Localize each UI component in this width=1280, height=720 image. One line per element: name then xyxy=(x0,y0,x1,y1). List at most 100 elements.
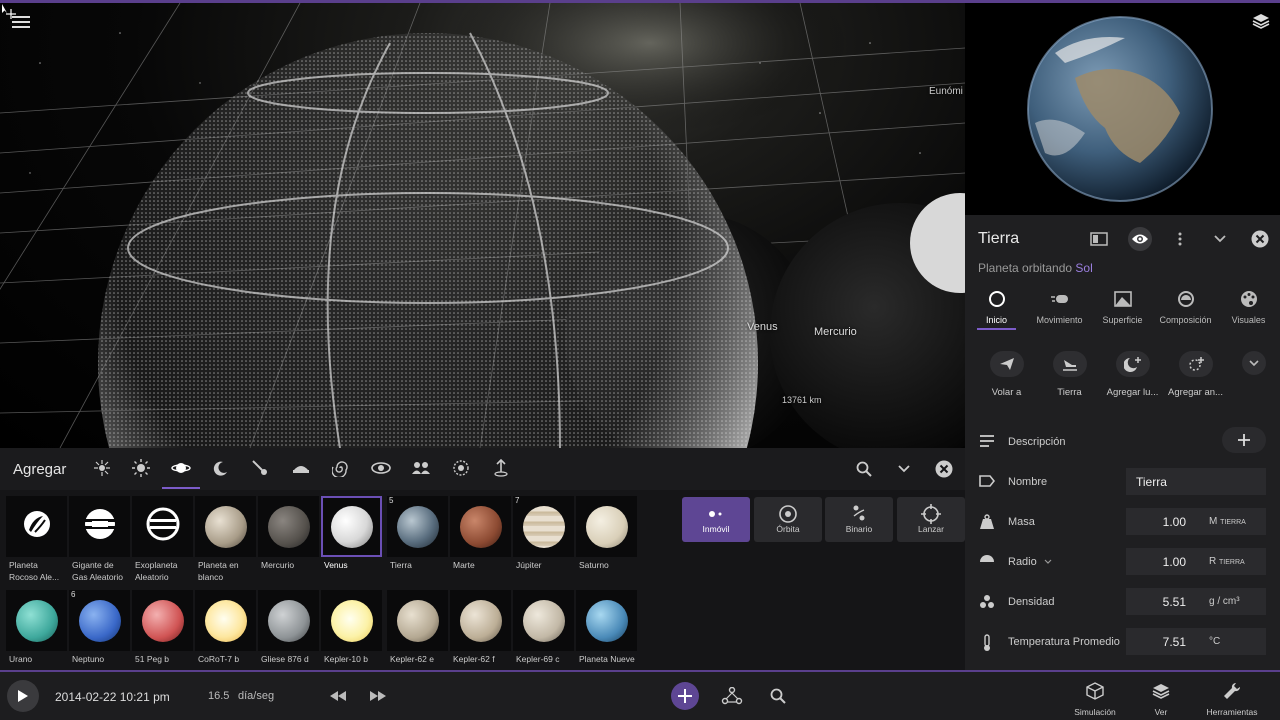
planet-image xyxy=(267,505,310,548)
category-planets-icon[interactable] xyxy=(162,457,200,489)
radius-row: Radio 1.00 R TIERRA xyxy=(965,546,1280,578)
close-add-panel-icon[interactable] xyxy=(933,458,955,480)
collapse-chevron-icon[interactable] xyxy=(893,458,915,480)
body-label-eunomia[interactable]: Eunómi xyxy=(929,86,963,97)
object-item-urano[interactable]: Urano xyxy=(6,590,67,678)
radius-field[interactable]: 1.00 R TIERRA xyxy=(1126,548,1266,575)
search-icon[interactable] xyxy=(853,458,875,480)
tab-visuales[interactable]: Visuales xyxy=(1217,285,1280,330)
nav-simulacion[interactable]: Simulación xyxy=(1065,681,1125,717)
fly-to-button[interactable]: Volar a xyxy=(975,351,1038,401)
land-on-button[interactable]: Tierra xyxy=(1038,351,1101,401)
category-launch-icon[interactable] xyxy=(490,457,512,479)
layers-icon[interactable] xyxy=(1252,13,1270,29)
object-item-mercurio[interactable]: Mercurio xyxy=(258,496,319,584)
visibility-eye-icon[interactable] xyxy=(1128,227,1152,251)
object-item-random-rocky-planet[interactable]: Planeta Rocoso Ale... xyxy=(6,496,67,584)
paper-plane-icon xyxy=(989,351,1024,377)
mode-launch-button[interactable]: Lanzar xyxy=(897,497,965,542)
panel-header: Tierra xyxy=(965,215,1280,265)
more-options-icon[interactable] xyxy=(1168,227,1192,251)
object-item-blank-planet[interactable]: Planeta en blanco xyxy=(195,496,256,584)
object-label: Gigante de Gas Aleatorio xyxy=(72,560,124,582)
mode-binary-button[interactable]: Binario xyxy=(825,497,893,542)
nav-label: Herramientas xyxy=(1206,707,1258,717)
time-speed-unit: día/seg xyxy=(238,690,275,702)
object-item-kepler-62-e[interactable]: Kepler-62 e xyxy=(387,590,448,678)
rewind-icon[interactable] xyxy=(326,684,350,708)
object-item-neptuno[interactable]: 6 Neptuno xyxy=(69,590,130,678)
tab-inicio[interactable]: Inicio xyxy=(965,285,1028,330)
add-ring-button[interactable]: Agregar an... xyxy=(1164,351,1227,401)
space-scene xyxy=(0,3,965,448)
category-groups-icon[interactable] xyxy=(410,457,432,479)
mode-orbit-button[interactable]: Órbita xyxy=(754,497,822,542)
mode-static-button[interactable]: Inmóvil xyxy=(682,497,750,542)
object-item-saturno[interactable]: Saturno xyxy=(576,496,637,584)
system-view-icon[interactable] xyxy=(720,684,744,708)
play-button[interactable] xyxy=(7,680,39,712)
category-sun-icon[interactable] xyxy=(130,457,152,479)
fast-forward-icon[interactable] xyxy=(366,684,390,708)
radius-label[interactable]: Radio xyxy=(1008,556,1052,568)
add-description-button[interactable] xyxy=(1222,427,1266,453)
nav-ver[interactable]: Ver xyxy=(1131,681,1191,717)
distance-label: 13761 km xyxy=(782,395,822,405)
object-thumbnail xyxy=(321,590,382,651)
object-thumbnail: 6 xyxy=(69,590,130,651)
planet-image xyxy=(15,599,58,642)
tab-movimiento[interactable]: Movimiento xyxy=(1028,285,1091,330)
object-item-gliese-876-d[interactable]: Gliese 876 d xyxy=(258,590,319,678)
object-item-marte[interactable]: Marte xyxy=(450,496,511,584)
simulation-viewport[interactable]: Eunómi Venus Mercurio 13761 km xyxy=(0,3,965,448)
planet-image xyxy=(585,505,628,548)
category-ships-icon[interactable] xyxy=(290,457,312,479)
object-label: Planeta en blanco xyxy=(198,560,239,582)
name-field[interactable]: Tierra xyxy=(1126,468,1266,495)
add-moon-button[interactable]: Agregar lu... xyxy=(1101,351,1164,401)
category-blackhole-icon[interactable] xyxy=(370,457,392,479)
category-comets-icon[interactable] xyxy=(249,457,271,479)
object-item-kepler-62-f[interactable]: Kepler-62 f xyxy=(450,590,511,678)
object-item-tierra[interactable]: 5 Tierra xyxy=(387,496,448,584)
mass-field[interactable]: 1.00 M TIERRA xyxy=(1126,508,1266,535)
panel-layout-icon[interactable] xyxy=(1087,227,1111,251)
add-object-button[interactable] xyxy=(671,682,699,710)
category-rings-icon[interactable] xyxy=(450,457,472,479)
moon-count-badge: 7 xyxy=(515,496,520,505)
object-item-jupiter[interactable]: 7 Júpiter xyxy=(513,496,574,584)
object-item-venus[interactable]: Venus xyxy=(321,496,382,584)
object-item-kepler-69-c[interactable]: Kepler-69 c xyxy=(513,590,574,678)
body-label-mercurio[interactable]: Mercurio xyxy=(814,326,857,338)
nav-herramientas[interactable]: Herramientas xyxy=(1202,681,1262,717)
chevron-down-icon[interactable] xyxy=(1208,227,1232,251)
body-label-venus[interactable]: Venus xyxy=(747,321,778,333)
density-field[interactable]: 5.51 g / cm³ xyxy=(1126,588,1266,615)
object-item-random-gas-giant[interactable]: Gigante de Gas Aleatorio xyxy=(69,496,130,584)
more-actions-chevron-icon[interactable] xyxy=(1242,351,1266,375)
object-item-random-exoplanet[interactable]: Exoplaneta Aleatorio xyxy=(132,496,193,584)
object-item-kepler-10-b[interactable]: Kepler-10 b xyxy=(321,590,382,678)
time-speed-value[interactable]: 16.5 xyxy=(208,690,229,702)
planet-image xyxy=(396,505,439,548)
tab-superficie[interactable]: Superficie xyxy=(1091,285,1154,330)
tab-composicion[interactable]: Composición xyxy=(1154,285,1217,330)
category-moons-icon[interactable] xyxy=(210,457,232,479)
action-label: Tierra xyxy=(1057,387,1082,398)
object-thumbnail: 7 xyxy=(513,496,574,557)
orbit-text: Planeta orbitando xyxy=(978,261,1073,275)
category-stars-icon[interactable] xyxy=(91,457,113,479)
close-panel-icon[interactable] xyxy=(1248,227,1272,251)
search-icon[interactable] xyxy=(766,684,790,708)
temperature-field[interactable]: 7.51 °C xyxy=(1126,628,1266,655)
planet-image xyxy=(204,599,247,642)
object-label: Mercurio xyxy=(261,560,295,570)
object-item-corot-7-b[interactable]: CoRoT-7 b xyxy=(195,590,256,678)
density-icon xyxy=(979,594,995,610)
object-item-51-peg-b[interactable]: 51 Peg b xyxy=(132,590,193,678)
object-item-planeta-nueve[interactable]: Planeta Nueve xyxy=(576,590,637,678)
simulation-datetime[interactable]: 2014-02-22 10:21 pm xyxy=(55,690,170,704)
add-moon-icon xyxy=(1115,351,1150,377)
category-galaxy-icon[interactable] xyxy=(330,457,352,479)
orbit-parent-link[interactable]: Sol xyxy=(1075,261,1092,275)
